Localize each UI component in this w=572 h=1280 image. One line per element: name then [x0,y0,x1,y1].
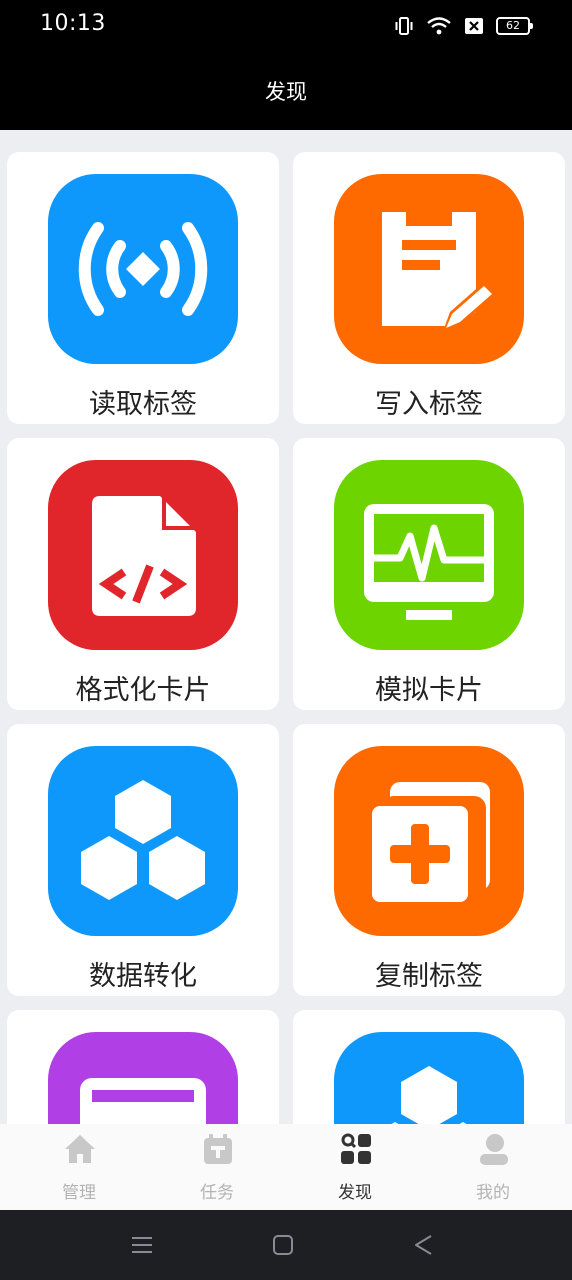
notepad-write-icon [334,174,524,364]
tab-discover[interactable]: 发现 [286,1124,424,1210]
feature-card-emulate-card[interactable]: 模拟卡片 [293,438,565,710]
feature-card-format-card[interactable]: 格式化卡片 [7,438,279,710]
discover-icon [341,1133,371,1164]
feature-label: 复制标签 [375,961,483,992]
battery-icon: 62 [496,17,533,35]
page-title: 发现 [265,80,307,104]
profile-icon [480,1134,508,1165]
feature-label: 写入标签 [375,389,483,420]
feature-card-7[interactable] [7,1010,279,1124]
hexagon-icon [334,1032,524,1124]
status-bar: 10:13 62 [0,0,572,52]
feature-label: 格式化卡片 [75,675,211,706]
feature-label: 数据转化 [89,961,197,992]
card-icon [48,1032,238,1124]
copy-add-icon [334,746,524,936]
feature-grid: 读取标签 写入标签 格式化卡片 模拟卡片 数据转化 复制标签 [0,130,572,1124]
feature-card-data-convert[interactable]: 数据转化 [7,724,279,996]
feature-label: 模拟卡片 [375,675,483,706]
tab-label: 任务 [200,1183,234,1203]
page-header: 发现 [0,52,572,130]
nfc-read-icon [48,174,238,364]
tab-tasks[interactable]: 任务 [148,1124,286,1210]
tab-label: 我的 [476,1183,510,1203]
monitor-pulse-icon [334,460,524,650]
code-file-icon [48,460,238,650]
tab-label: 发现 [338,1183,372,1203]
home-icon [65,1135,95,1163]
status-icons: 62 [394,15,533,37]
feature-card-copy-tag[interactable]: 复制标签 [293,724,565,996]
feature-card-read-tag[interactable]: 读取标签 [7,152,279,424]
bottom-tab-bar: 管理 任务 发现 我的 [0,1124,572,1210]
status-time: 10:13 [40,11,106,36]
menu-icon[interactable] [129,1232,155,1258]
tab-manage[interactable]: 管理 [10,1124,148,1210]
hexagons-icon [48,746,238,936]
tab-profile[interactable]: 我的 [424,1124,562,1210]
system-nav-bar [0,1210,572,1280]
vibrate-icon [395,17,413,35]
feature-card-write-tag[interactable]: 写入标签 [293,152,565,424]
wifi-icon [427,17,451,35]
task-icon [204,1134,232,1164]
back-icon[interactable] [411,1232,437,1258]
feature-card-8[interactable] [293,1010,565,1124]
home-square-icon[interactable] [270,1232,296,1258]
no-sim-icon [465,18,483,34]
tab-label: 管理 [62,1183,96,1203]
feature-label: 读取标签 [89,389,197,420]
